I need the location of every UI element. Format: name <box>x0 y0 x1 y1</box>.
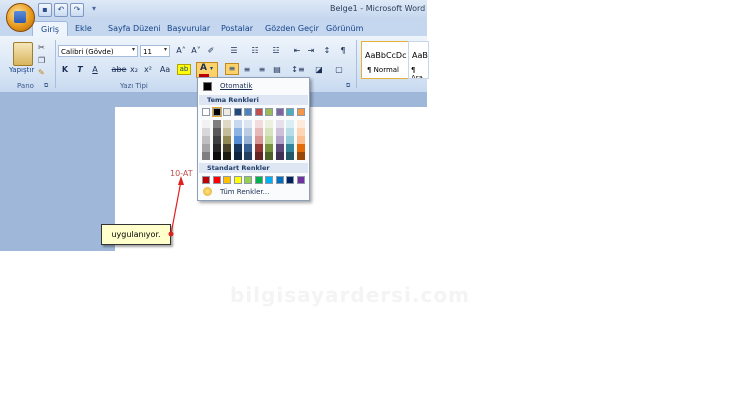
arrow-head <box>178 176 184 185</box>
arrow-line <box>170 180 182 235</box>
annotation-arrow <box>168 176 184 237</box>
arrow-dot <box>168 231 174 237</box>
